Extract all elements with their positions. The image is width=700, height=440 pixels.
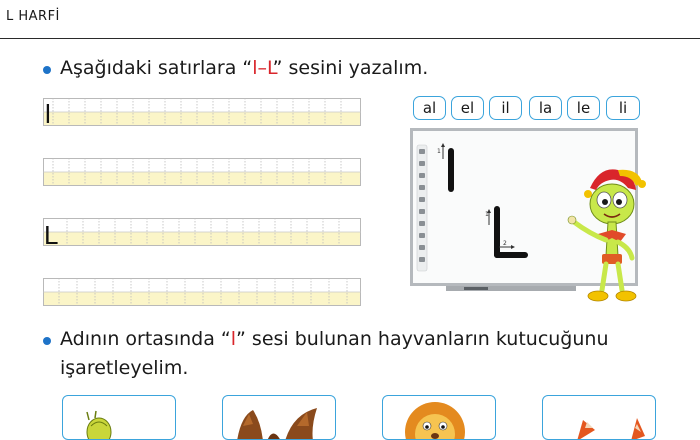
stroke-number: 1	[485, 211, 489, 218]
syllable-box: la	[529, 96, 562, 120]
syllable-box: al	[413, 96, 446, 120]
writing-row[interactable]	[43, 158, 361, 186]
stroke-number: 1	[437, 148, 441, 155]
lion-icon	[405, 402, 465, 439]
instruction-animals: Adının ortasında “l” sesi bulunan hayvan…	[60, 328, 609, 350]
animal-box-snail[interactable]	[62, 395, 176, 440]
model-letter: L	[44, 220, 58, 246]
instruction-text: Adının ortasında “	[60, 328, 231, 350]
mascot-character	[567, 169, 646, 302]
animal-box-fox[interactable]	[542, 395, 656, 440]
page-title: L HARFİ	[6, 9, 60, 24]
bullet-icon	[43, 337, 51, 345]
instruction-text: ” sesi bulunan hayvanların kutucuğunu	[236, 328, 609, 350]
eagle-icon	[237, 408, 317, 439]
syllable-box: el	[451, 96, 484, 120]
animal-box-eagle[interactable]	[222, 395, 336, 440]
instruction-animals-line2: işaretleyelim.	[60, 357, 189, 379]
writing-row[interactable]: L	[43, 218, 361, 246]
instruction-letters: l–L	[252, 57, 273, 79]
syllable-box: li	[606, 96, 640, 120]
writing-row[interactable]: l	[43, 98, 361, 126]
model-letter: l	[45, 99, 51, 126]
stroke-number: 2	[503, 240, 507, 247]
board-tray	[446, 286, 576, 291]
writing-row[interactable]	[43, 278, 361, 306]
instruction-text: ” sesini yazalım.	[272, 57, 429, 79]
syllable-box: le	[567, 96, 600, 120]
instruction-text: Aşağıdaki satırlara “	[60, 57, 253, 79]
snail-icon	[86, 410, 112, 439]
fox-icon	[577, 418, 645, 439]
bullet-icon	[43, 66, 51, 74]
syllable-box: il	[489, 96, 522, 120]
animal-box-lion[interactable]	[382, 395, 496, 440]
page-header: L HARFİ	[0, 0, 700, 39]
instruction-writing: Aşağıdaki satırlara “l–L” sesini yazalım…	[60, 57, 428, 79]
